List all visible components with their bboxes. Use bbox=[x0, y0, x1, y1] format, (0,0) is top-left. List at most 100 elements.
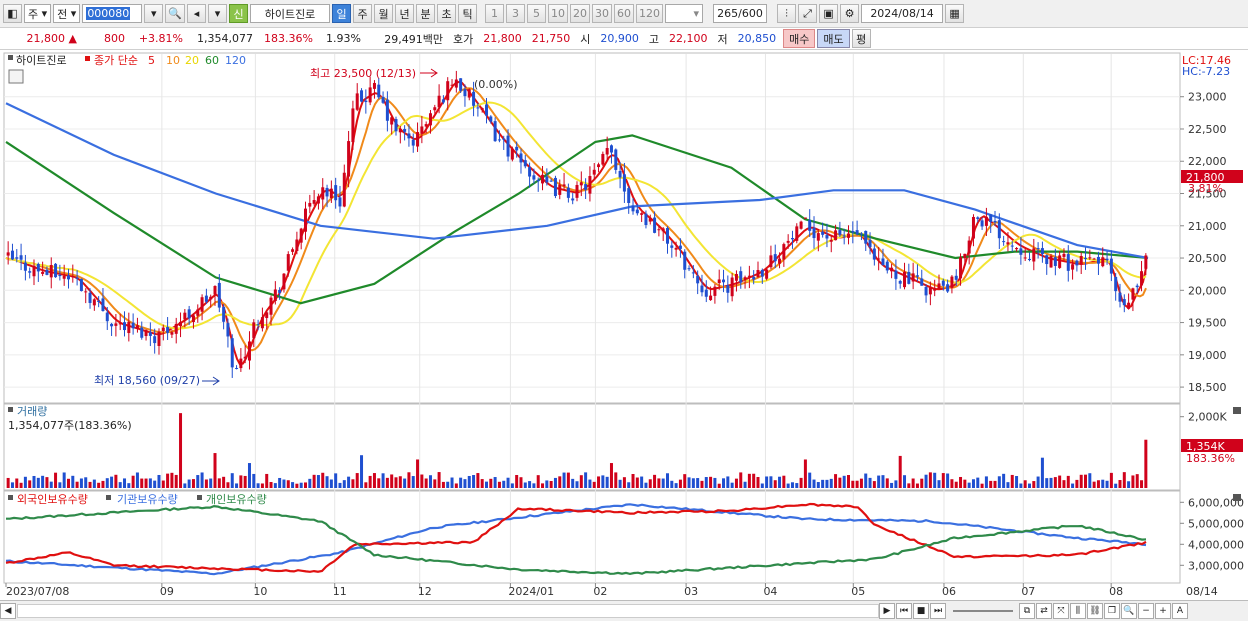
tab-tick[interactable]: 틱 bbox=[458, 4, 478, 23]
chart-tools-icon[interactable]: ⫶ bbox=[777, 4, 797, 23]
candle-body bbox=[821, 231, 825, 235]
candle-body bbox=[903, 271, 907, 288]
candle-body bbox=[911, 273, 915, 282]
candle-body bbox=[1023, 257, 1027, 259]
holdings-panel-handle-icon[interactable] bbox=[8, 495, 13, 500]
sell-button[interactable]: 매도 bbox=[817, 29, 850, 48]
volume-bar bbox=[571, 478, 575, 488]
speaker-icon[interactable]: ◂ bbox=[187, 4, 207, 23]
volume-bar bbox=[32, 475, 36, 488]
bottom-scrollbar[interactable]: ◀ ▶ ⏮ ■ ⏭ ⧉ ⇄ ⤧ ⫼ ⛓ ❐ 🔍 − + A bbox=[0, 600, 1248, 621]
zoom-icon[interactable]: 🔍 bbox=[1121, 603, 1137, 619]
volume-bar bbox=[1131, 475, 1135, 488]
font-icon[interactable]: A bbox=[1172, 603, 1188, 619]
tab-minute[interactable]: 분 bbox=[416, 4, 436, 23]
interval-60[interactable]: 60 bbox=[614, 4, 635, 23]
candle-body bbox=[571, 198, 575, 201]
volume-bar bbox=[183, 483, 187, 488]
volume-bar bbox=[592, 481, 596, 488]
search-icon[interactable]: 🔍 bbox=[165, 4, 186, 23]
interval-10[interactable]: 10 bbox=[548, 4, 569, 23]
split-icon[interactable]: ⫼ bbox=[1070, 603, 1086, 619]
prev-select[interactable]: 전 ▾ bbox=[53, 4, 81, 23]
compare-icon[interactable]: ⧉ bbox=[1019, 603, 1035, 619]
zoom-out-icon[interactable]: − bbox=[1138, 603, 1154, 619]
candle-body bbox=[1040, 248, 1044, 255]
scroll-right-icon[interactable]: ▶ bbox=[879, 603, 895, 619]
candle-body bbox=[1032, 248, 1036, 262]
code-dropdown-icon[interactable]: ▾ bbox=[144, 4, 164, 23]
candle-body bbox=[411, 139, 415, 146]
sync-icon[interactable]: ⇄ bbox=[1036, 603, 1052, 619]
tab-second[interactable]: 초 bbox=[437, 4, 457, 23]
candle-body bbox=[541, 174, 545, 184]
gear-icon[interactable]: ⚙ bbox=[840, 4, 860, 23]
volume-bar bbox=[700, 480, 704, 488]
candle-body bbox=[217, 282, 221, 308]
next-page-icon[interactable]: ⏭ bbox=[930, 603, 946, 619]
candle-body bbox=[1118, 292, 1122, 302]
scroll-left-icon[interactable]: ◀ bbox=[0, 603, 16, 619]
chart-area[interactable]: 23,00022,50022,00021,50021,00020,50020,0… bbox=[0, 50, 1248, 600]
tab-month[interactable]: 월 bbox=[374, 4, 394, 23]
candle-body bbox=[769, 255, 773, 268]
x-tick-label: 02 bbox=[593, 585, 607, 598]
candle-body bbox=[23, 262, 27, 271]
copy-icon[interactable]: ❐ bbox=[1104, 603, 1120, 619]
count-input[interactable]: 265/600 bbox=[713, 4, 768, 23]
avg-button[interactable]: 평 bbox=[851, 29, 871, 48]
volume-bar bbox=[575, 481, 579, 488]
volume-bar bbox=[114, 474, 118, 488]
volume-bar bbox=[493, 477, 497, 488]
volume-panel-close-icon[interactable] bbox=[1233, 407, 1241, 414]
zoom-slider[interactable] bbox=[953, 610, 1013, 612]
stop-icon[interactable]: ■ bbox=[913, 603, 929, 619]
candle-body bbox=[360, 90, 364, 102]
interval-custom-input[interactable]: ▾ bbox=[665, 4, 704, 23]
holdings-panel-close-icon[interactable] bbox=[1233, 494, 1241, 501]
dropdown-icon[interactable]: ▾ bbox=[208, 4, 228, 23]
interval-30[interactable]: 30 bbox=[592, 4, 613, 23]
panel-handle-icon[interactable] bbox=[8, 55, 13, 60]
scroll-track[interactable] bbox=[17, 604, 879, 618]
candle-body bbox=[803, 217, 807, 219]
prev-page-icon[interactable]: ⏮ bbox=[896, 603, 912, 619]
save-icon[interactable]: ▣ bbox=[819, 4, 839, 23]
candle-body bbox=[635, 209, 639, 214]
table-toggle-icon[interactable] bbox=[8, 69, 24, 84]
candle-body bbox=[523, 160, 527, 167]
candle-body bbox=[502, 138, 506, 140]
period-select[interactable]: 주 ▾ bbox=[24, 4, 52, 23]
interval-120[interactable]: 120 bbox=[636, 4, 664, 23]
fit-icon[interactable]: ⤧ bbox=[1053, 603, 1069, 619]
candle-body bbox=[816, 233, 820, 241]
interval-5[interactable]: 5 bbox=[527, 4, 547, 23]
candle-body bbox=[497, 139, 501, 141]
link-icon[interactable]: ⛓ bbox=[1087, 603, 1103, 619]
price-tick-label: 23,000 bbox=[1188, 91, 1227, 104]
tab-day[interactable]: 일 bbox=[332, 4, 352, 23]
draw-icon[interactable]: ⤢ bbox=[798, 4, 818, 23]
volume-panel-handle-icon[interactable] bbox=[8, 407, 13, 412]
volume-bar bbox=[545, 480, 549, 488]
tab-week[interactable]: 주 bbox=[353, 4, 373, 23]
window-icon[interactable]: ◧ bbox=[3, 4, 22, 23]
candle-body bbox=[971, 216, 975, 239]
candle-body bbox=[321, 187, 325, 200]
zoom-in-icon[interactable]: + bbox=[1155, 603, 1171, 619]
candle-body bbox=[605, 148, 609, 155]
volume-bar bbox=[71, 475, 75, 488]
interval-20[interactable]: 20 bbox=[570, 4, 591, 23]
date-input[interactable]: 2024/08/14 bbox=[861, 4, 944, 23]
calendar-icon[interactable]: ▦ bbox=[945, 4, 965, 23]
interval-1[interactable]: 1 bbox=[485, 4, 505, 23]
candle-body bbox=[622, 174, 626, 192]
candle-body bbox=[105, 312, 109, 322]
interval-3[interactable]: 3 bbox=[506, 4, 526, 23]
holdings-tick-label: 4,000,000 bbox=[1188, 538, 1244, 551]
buy-button[interactable]: 매수 bbox=[783, 29, 816, 48]
tab-year[interactable]: 년 bbox=[395, 4, 415, 23]
candle-body bbox=[1105, 258, 1109, 261]
candle-body bbox=[247, 341, 251, 361]
code-input[interactable]: 000080 bbox=[82, 4, 143, 23]
